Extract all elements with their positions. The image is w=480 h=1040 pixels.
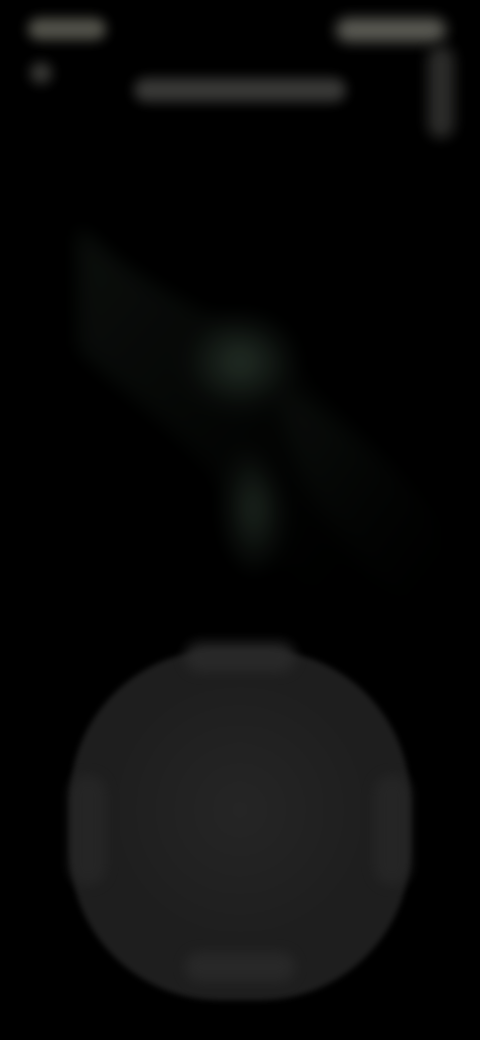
capture-pad-bottom-highlight [185,952,295,982]
status-right-indicators [336,18,446,42]
viewfinder [0,140,480,660]
scene-icon [78,225,480,660]
status-bar [0,0,480,138]
capture-pad-left-highlight [70,775,106,885]
capture-pad-button[interactable] [70,650,410,1000]
title-bar [134,78,346,102]
capture-pad-top-highlight [185,642,295,672]
app-screen [0,0,480,1040]
status-time-indicator [28,18,106,40]
top-bar [0,70,480,120]
controls [0,630,480,1040]
capture-pad-right-highlight [374,775,410,885]
